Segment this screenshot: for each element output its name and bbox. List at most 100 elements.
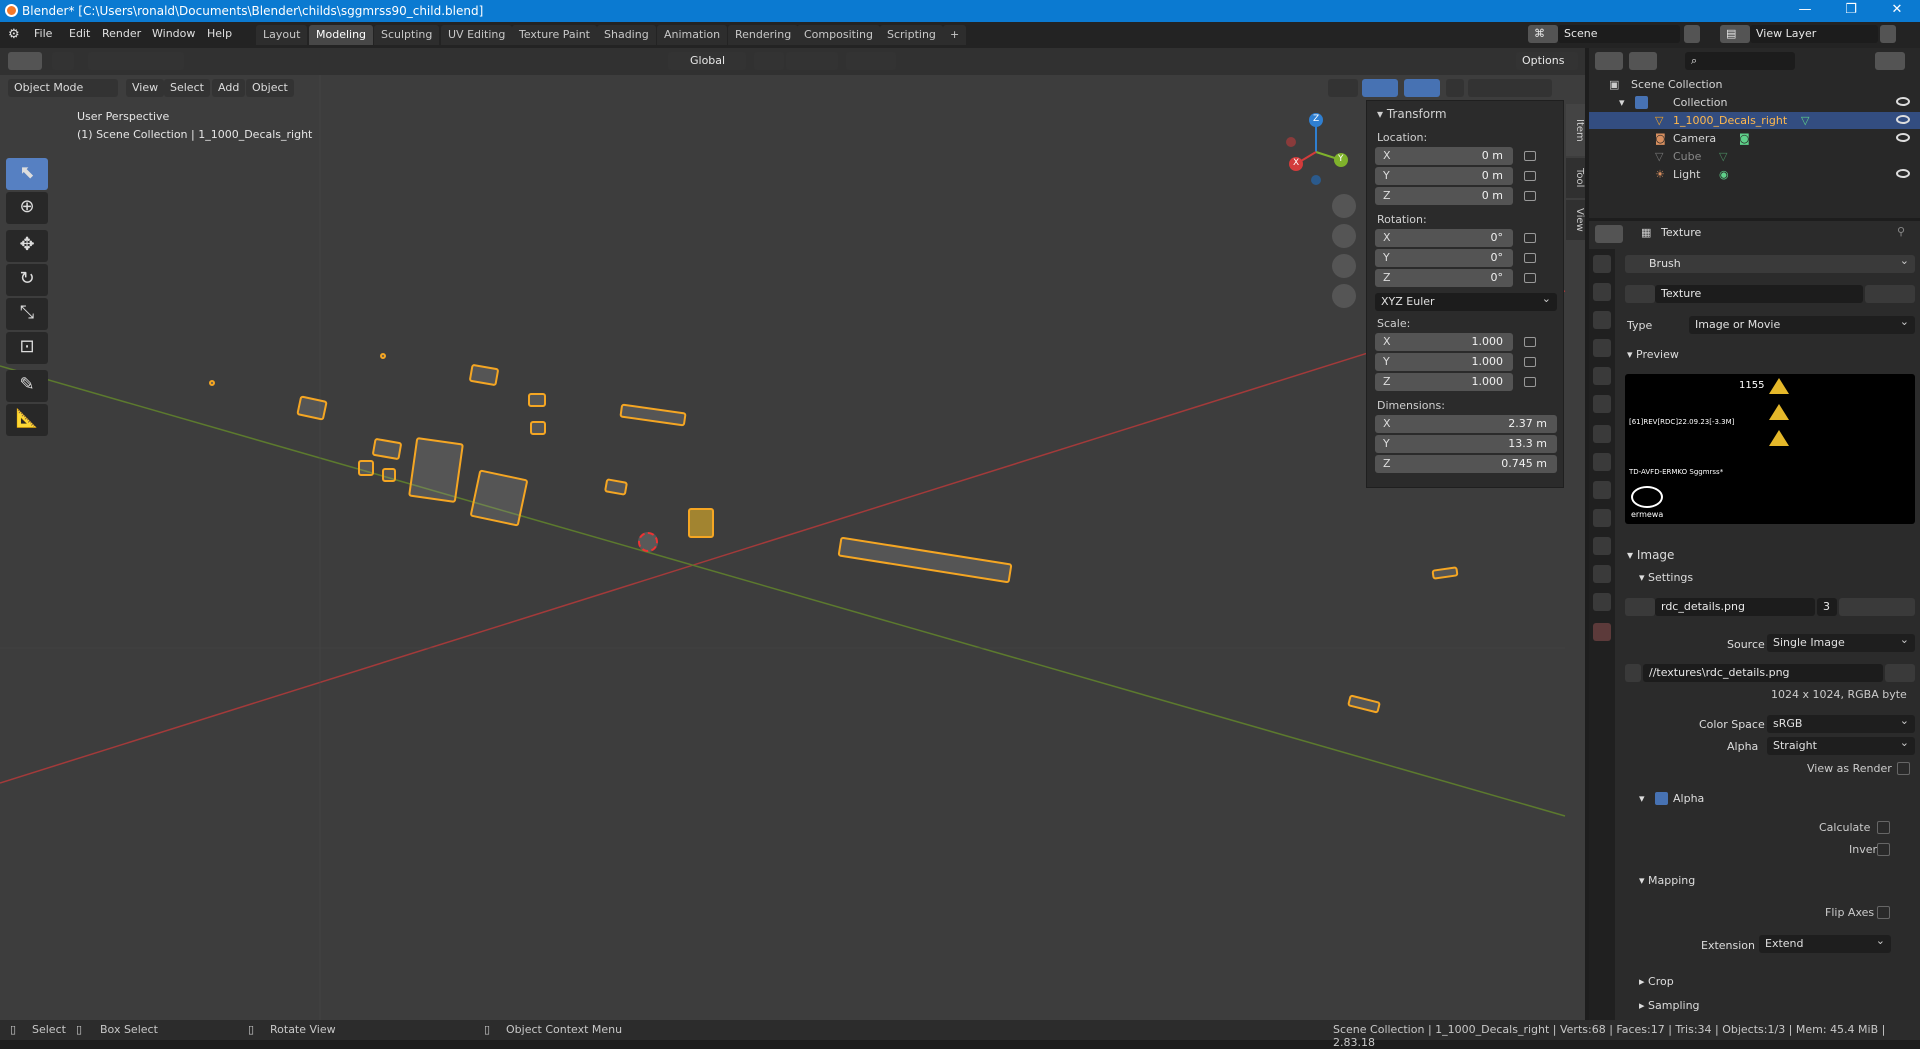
color-space-dropdown[interactable]: sRGB — [1767, 712, 1915, 733]
image-users-count[interactable]: 3 — [1817, 598, 1837, 616]
gizmo-toggle-icon[interactable] — [1362, 79, 1398, 97]
menu-file[interactable]: File — [34, 27, 52, 40]
view-layer-name-field[interactable]: View Layer — [1750, 25, 1878, 43]
zoom-icon[interactable] — [1332, 194, 1356, 218]
maximize-button[interactable]: ❐ — [1828, 0, 1874, 22]
tab-shading[interactable]: Shading — [597, 25, 656, 45]
view-layer-copy-icon[interactable] — [1880, 25, 1896, 43]
add-workspace-button[interactable]: + — [943, 25, 967, 45]
navigation-gizmo[interactable] — [1276, 112, 1356, 192]
alpha-enable-checkbox[interactable] — [1655, 792, 1668, 805]
filepath-relative-icon[interactable] — [1625, 664, 1641, 682]
lock-icon[interactable] — [1524, 377, 1536, 387]
texture-tab-icon[interactable] — [1593, 623, 1611, 641]
selection-modes-group[interactable] — [88, 52, 184, 70]
proportional-editing-icon[interactable] — [846, 52, 896, 70]
modifier-tab-icon[interactable] — [1593, 453, 1611, 471]
data-tab-icon[interactable] — [1593, 565, 1611, 583]
lock-icon[interactable] — [1524, 233, 1536, 243]
outliner-item[interactable]: ▽ Cube ▽ — [1589, 148, 1920, 165]
view-layer-tab-icon[interactable] — [1593, 339, 1611, 357]
decal-object[interactable] — [380, 353, 386, 359]
rotation-z-field[interactable]: Z 0° — [1375, 269, 1513, 287]
outliner-search-input[interactable]: ⌕ — [1685, 52, 1795, 70]
image-section-header[interactable]: ▾ Image — [1627, 548, 1674, 562]
dimension-z-field[interactable]: Z 0.745 m — [1375, 455, 1557, 473]
scale-z-field[interactable]: Z 1.000 — [1375, 373, 1513, 391]
cursor-tool[interactable]: ⊕ — [6, 192, 48, 224]
collection-checkbox[interactable] — [1635, 96, 1648, 109]
display-mode-icon[interactable] — [1629, 52, 1657, 70]
menu-render[interactable]: Render — [102, 27, 141, 40]
outliner-editor-type-icon[interactable] — [1595, 52, 1623, 70]
dimension-x-field[interactable]: X 2.37 m — [1375, 415, 1557, 433]
flip-axes-checkbox[interactable] — [1877, 906, 1890, 919]
tab-modeling[interactable]: Modeling — [309, 25, 374, 45]
transform-orientation-dropdown[interactable]: Global — [668, 52, 746, 70]
3d-cursor-icon[interactable] — [638, 532, 658, 552]
tab-rendering[interactable]: Rendering — [728, 25, 799, 45]
menu-view[interactable]: View — [126, 79, 165, 97]
scale-y-field[interactable]: Y 1.000 — [1375, 353, 1513, 371]
location-z-field[interactable]: Z 0 m — [1375, 187, 1513, 205]
shading-modes-group[interactable] — [1468, 79, 1552, 97]
location-x-field[interactable]: X 0 m — [1375, 147, 1513, 165]
crop-subsection-header[interactable]: ▸ Crop — [1639, 975, 1674, 988]
view-as-render-checkbox[interactable] — [1897, 762, 1910, 775]
folder-icon[interactable] — [1885, 664, 1915, 682]
lock-icon[interactable] — [1524, 151, 1536, 161]
menu-edit[interactable]: Edit — [69, 27, 90, 40]
outliner-scene-collection[interactable]: ▣ Scene Collection — [1589, 76, 1920, 93]
properties-editor-type-icon[interactable] — [1595, 225, 1623, 243]
measure-tool[interactable]: 📐 — [6, 404, 48, 436]
scene-name-field[interactable]: Scene — [1558, 25, 1680, 43]
material-tab-icon[interactable] — [1593, 593, 1611, 611]
ortho-toggle-icon[interactable] — [1332, 284, 1356, 308]
tab-tool[interactable]: Tool — [1566, 158, 1585, 198]
view-layer-selector-icon[interactable]: ▤ — [1720, 25, 1750, 43]
menu-window[interactable]: Window — [152, 27, 195, 40]
eye-icon[interactable] — [1896, 133, 1910, 142]
rotation-x-field[interactable]: X 0° — [1375, 229, 1513, 247]
overlay-toggle-icon[interactable] — [1404, 79, 1440, 97]
tab-scripting[interactable]: Scripting — [880, 25, 943, 45]
lock-icon[interactable] — [1524, 273, 1536, 283]
alpha-mode-dropdown[interactable]: Straight — [1767, 734, 1915, 755]
menu-add[interactable]: Add — [212, 79, 246, 97]
outliner-item[interactable]: ☀ Light ◉ — [1589, 166, 1920, 183]
output-tab-icon[interactable] — [1593, 311, 1611, 329]
rotation-mode-dropdown[interactable]: XYZ Euler — [1375, 290, 1557, 311]
warning-decal[interactable] — [688, 508, 714, 538]
decal-object[interactable] — [469, 469, 529, 527]
rotate-tool[interactable]: ↻ — [6, 264, 48, 296]
invert-checkbox[interactable] — [1877, 843, 1890, 856]
object-tab-icon[interactable] — [1593, 425, 1611, 443]
texture-fake-user-icon[interactable] — [1865, 285, 1915, 303]
minimize-button[interactable]: — — [1782, 0, 1828, 22]
select-box-tool[interactable]: ⬉ — [6, 158, 48, 190]
tab-layout[interactable]: Layout — [256, 25, 308, 45]
lock-icon[interactable] — [1524, 357, 1536, 367]
menu-help[interactable]: Help — [207, 27, 232, 40]
eye-icon[interactable] — [1896, 97, 1910, 106]
blender-menu-icon[interactable]: ⚙ — [8, 27, 20, 42]
lock-icon[interactable] — [1524, 253, 1536, 263]
menu-object[interactable]: Object — [246, 79, 294, 97]
lock-icon[interactable] — [1524, 337, 1536, 347]
decal-object[interactable] — [209, 380, 215, 386]
visibility-icon[interactable] — [1328, 79, 1358, 97]
ermewa-decal[interactable] — [408, 436, 464, 504]
lock-icon[interactable] — [1524, 191, 1536, 201]
menu-select[interactable]: Select — [164, 79, 210, 97]
mode-dropdown[interactable]: Object Mode — [8, 79, 118, 97]
location-y-field[interactable]: Y 0 m — [1375, 167, 1513, 185]
calculate-checkbox[interactable] — [1877, 821, 1890, 834]
transform-header[interactable]: ▾ Transform — [1377, 107, 1447, 121]
filter-icon[interactable] — [1875, 52, 1905, 70]
tab-compositing[interactable]: Compositing — [797, 25, 880, 45]
tool-tab-icon[interactable] — [1593, 255, 1611, 273]
particles-tab-icon[interactable] — [1593, 481, 1611, 499]
tab-view[interactable]: View — [1566, 200, 1585, 240]
move-tool[interactable]: ✥ — [6, 230, 48, 262]
decal-object[interactable] — [528, 393, 546, 407]
